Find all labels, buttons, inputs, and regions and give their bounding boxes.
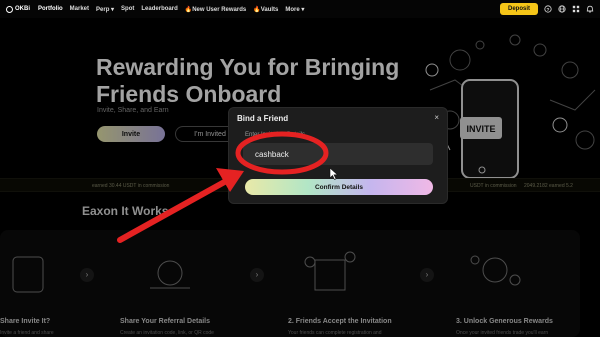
nav-spot[interactable]: Spot xyxy=(121,6,134,12)
nav-perp[interactable]: Perp ▾ xyxy=(96,6,114,13)
top-nav: OKBi Portfolio Market Perp ▾ Spot Leader… xyxy=(0,0,600,18)
invitation-code-input[interactable]: cashback xyxy=(243,143,433,165)
help-icon[interactable]: ? xyxy=(544,5,552,13)
close-icon[interactable]: × xyxy=(434,113,439,122)
nav-more[interactable]: More ▾ xyxy=(285,6,304,13)
nav-leaderboard[interactable]: Leaderboard xyxy=(141,6,177,12)
bell-icon[interactable] xyxy=(586,5,594,13)
nav-portfolio[interactable]: Portfolio xyxy=(38,6,63,12)
nav-market[interactable]: Market xyxy=(70,6,89,12)
logo-icon xyxy=(6,5,13,13)
logo-text: OKBi xyxy=(15,6,30,12)
modal-title: Bind a Friend xyxy=(237,114,289,123)
globe-icon[interactable] xyxy=(558,5,566,13)
confirm-details-button[interactable]: Confirm Details xyxy=(245,179,433,195)
deposit-button[interactable]: Deposit xyxy=(499,3,538,15)
logo[interactable]: OKBi xyxy=(6,5,30,13)
bind-friend-modal: Bind a Friend × Enter Invitation Details… xyxy=(228,107,448,204)
svg-text:?: ? xyxy=(547,7,550,13)
invitation-details-label: Enter Invitation Details xyxy=(245,132,306,138)
nav-new-user-rewards[interactable]: 🔥New User Rewards xyxy=(185,6,247,13)
nav-vaults[interactable]: 🔥Vaults xyxy=(253,6,278,13)
grid-icon[interactable] xyxy=(572,5,580,13)
